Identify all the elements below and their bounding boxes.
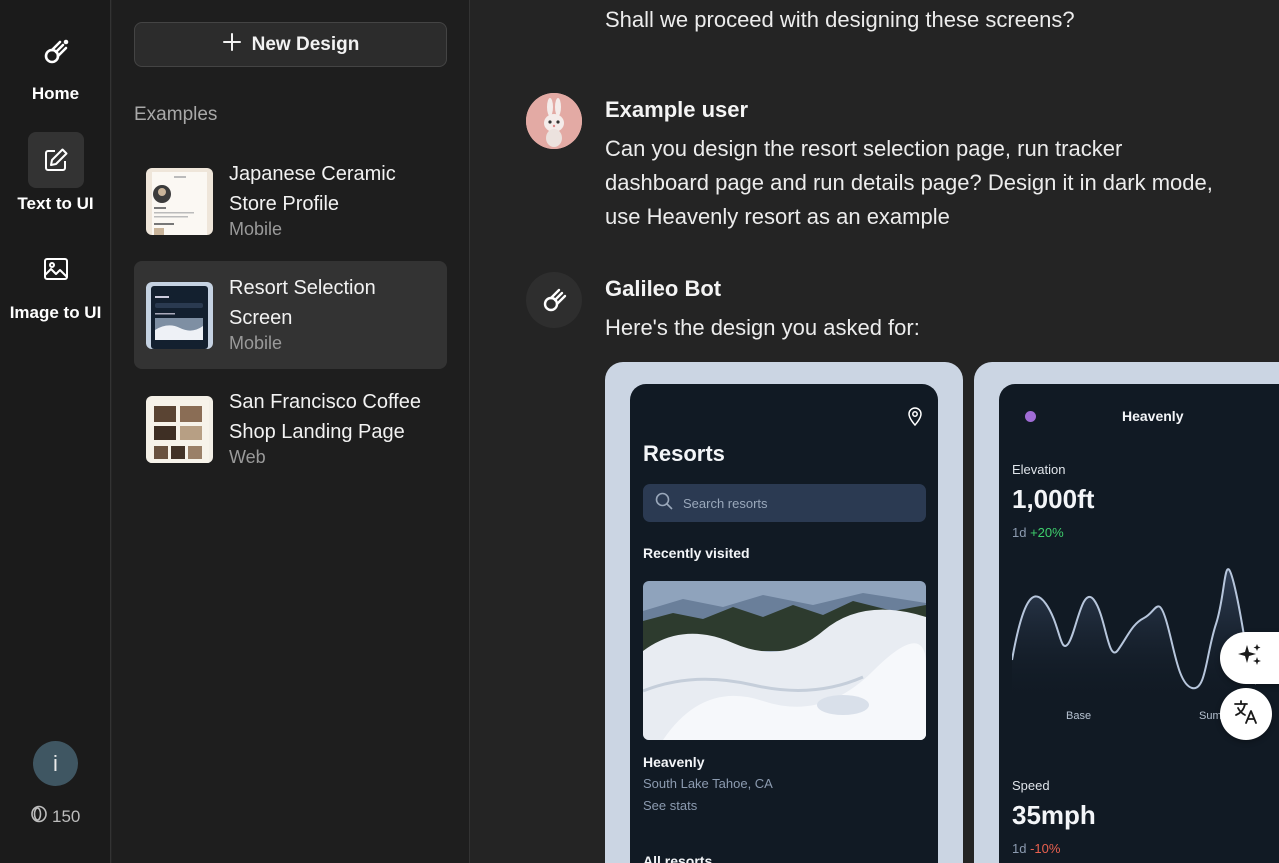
new-design-button[interactable]: New Design (134, 22, 447, 67)
ai-sparkle-button[interactable] (1220, 632, 1279, 684)
nav-home-label: Home (31, 84, 80, 103)
previous-bot-message: Shall we proceed with designing these sc… (605, 7, 1075, 32)
nav-text-to-ui[interactable]: Text to UI (0, 132, 111, 214)
examples-heading: Examples (134, 104, 218, 125)
recently-visited-heading: Recently visited (643, 545, 750, 561)
heavenly-resort-photo (643, 581, 926, 740)
example-item-ceramic[interactable]: Japanese Ceramic Store Profile Mobile (134, 147, 447, 255)
edit-icon (27, 132, 84, 188)
location-pin-icon (907, 406, 923, 431)
translate-icon (1232, 698, 1260, 731)
elevation-value: 1,000ft (1012, 484, 1095, 514)
example-item-coffee[interactable]: San Francisco Coffee Shop Landing Page W… (134, 375, 447, 483)
elevation-change-row: 1d +20% (1012, 525, 1064, 540)
example-platform: Mobile (229, 333, 283, 353)
search-placeholder: Search resorts (683, 495, 768, 511)
image-icon (28, 241, 84, 297)
bot-message: Here's the design you asked for: (605, 315, 920, 340)
search-resorts-input[interactable]: Search resorts (643, 484, 926, 522)
example-title: San Francisco Coffee Shop Landing Page (229, 391, 421, 443)
info-label: i (53, 750, 58, 776)
new-design-label: New Design (251, 33, 360, 55)
example-thumbnail (146, 282, 213, 349)
nav-text-to-ui-label: Text to UI (17, 194, 94, 213)
phone-screen: Resorts Search resorts Recently visited (630, 384, 938, 863)
user-name: Example user (605, 97, 749, 122)
heavenly-title: Heavenly (1122, 408, 1184, 424)
axis-label-base: Base (1066, 710, 1092, 722)
example-title: Resort Selection Screen (229, 277, 376, 329)
coin-icon (30, 805, 48, 828)
phone-screen: Heavenly Elevation 1,000ft 1d +20% Base … (999, 384, 1279, 863)
user-message: Can you design the resort selection page… (605, 136, 1213, 229)
axis-label-summit: Sum (1199, 710, 1222, 722)
speed-change-row: 1d -10% (1012, 841, 1060, 856)
bot-name: Galileo Bot (605, 276, 722, 301)
galileo-logo-icon (28, 24, 84, 80)
user-avatar (526, 93, 582, 149)
info-button[interactable]: i (33, 741, 78, 786)
elevation-label: Elevation (1012, 462, 1066, 477)
all-resorts-heading: All resorts (643, 853, 713, 863)
speed-label: Speed (1012, 778, 1050, 793)
nav-image-to-ui-label: Image to UI (9, 303, 102, 322)
example-title: Japanese Ceramic Store Profile (229, 163, 396, 215)
left-nav-rail: Home Text to UI Image to UI i 150 (0, 0, 111, 863)
example-platform: Mobile (229, 219, 283, 239)
elevation-change: +20% (1030, 525, 1064, 540)
chat-area: Shall we proceed with designing these sc… (471, 0, 1279, 863)
sparkle-icon (1236, 642, 1264, 675)
nav-home[interactable]: Home (0, 24, 111, 104)
speed-change: -10% (1030, 841, 1061, 856)
speed-value: 35mph (1012, 800, 1096, 830)
bot-avatar (526, 272, 582, 328)
credits-counter: 150 (30, 805, 80, 828)
example-thumbnail (146, 396, 213, 463)
design-preview-resorts[interactable]: Resorts Search resorts Recently visited (605, 362, 963, 863)
nav-image-to-ui[interactable]: Image to UI (0, 241, 111, 323)
resort-location: South Lake Tahoe, CA (643, 776, 773, 791)
search-icon (655, 492, 673, 515)
credits-value: 150 (52, 806, 81, 826)
example-platform: Web (229, 447, 266, 467)
plus-icon (222, 32, 242, 58)
speed-period: 1d (1012, 841, 1027, 856)
example-item-resort[interactable]: Resort Selection Screen Mobile (134, 261, 447, 369)
translate-button[interactable] (1220, 688, 1272, 740)
examples-panel: New Design Examples Japanese Ceramic Sto… (112, 0, 470, 863)
elevation-period: 1d (1012, 525, 1027, 540)
see-stats-link[interactable]: See stats (643, 798, 697, 813)
resorts-title: Resorts (643, 441, 725, 466)
resort-name: Heavenly (643, 754, 705, 770)
status-dot (1025, 411, 1036, 422)
example-thumbnail (146, 168, 213, 235)
design-preview-heavenly-stats[interactable]: Heavenly Elevation 1,000ft 1d +20% Base … (974, 362, 1279, 863)
